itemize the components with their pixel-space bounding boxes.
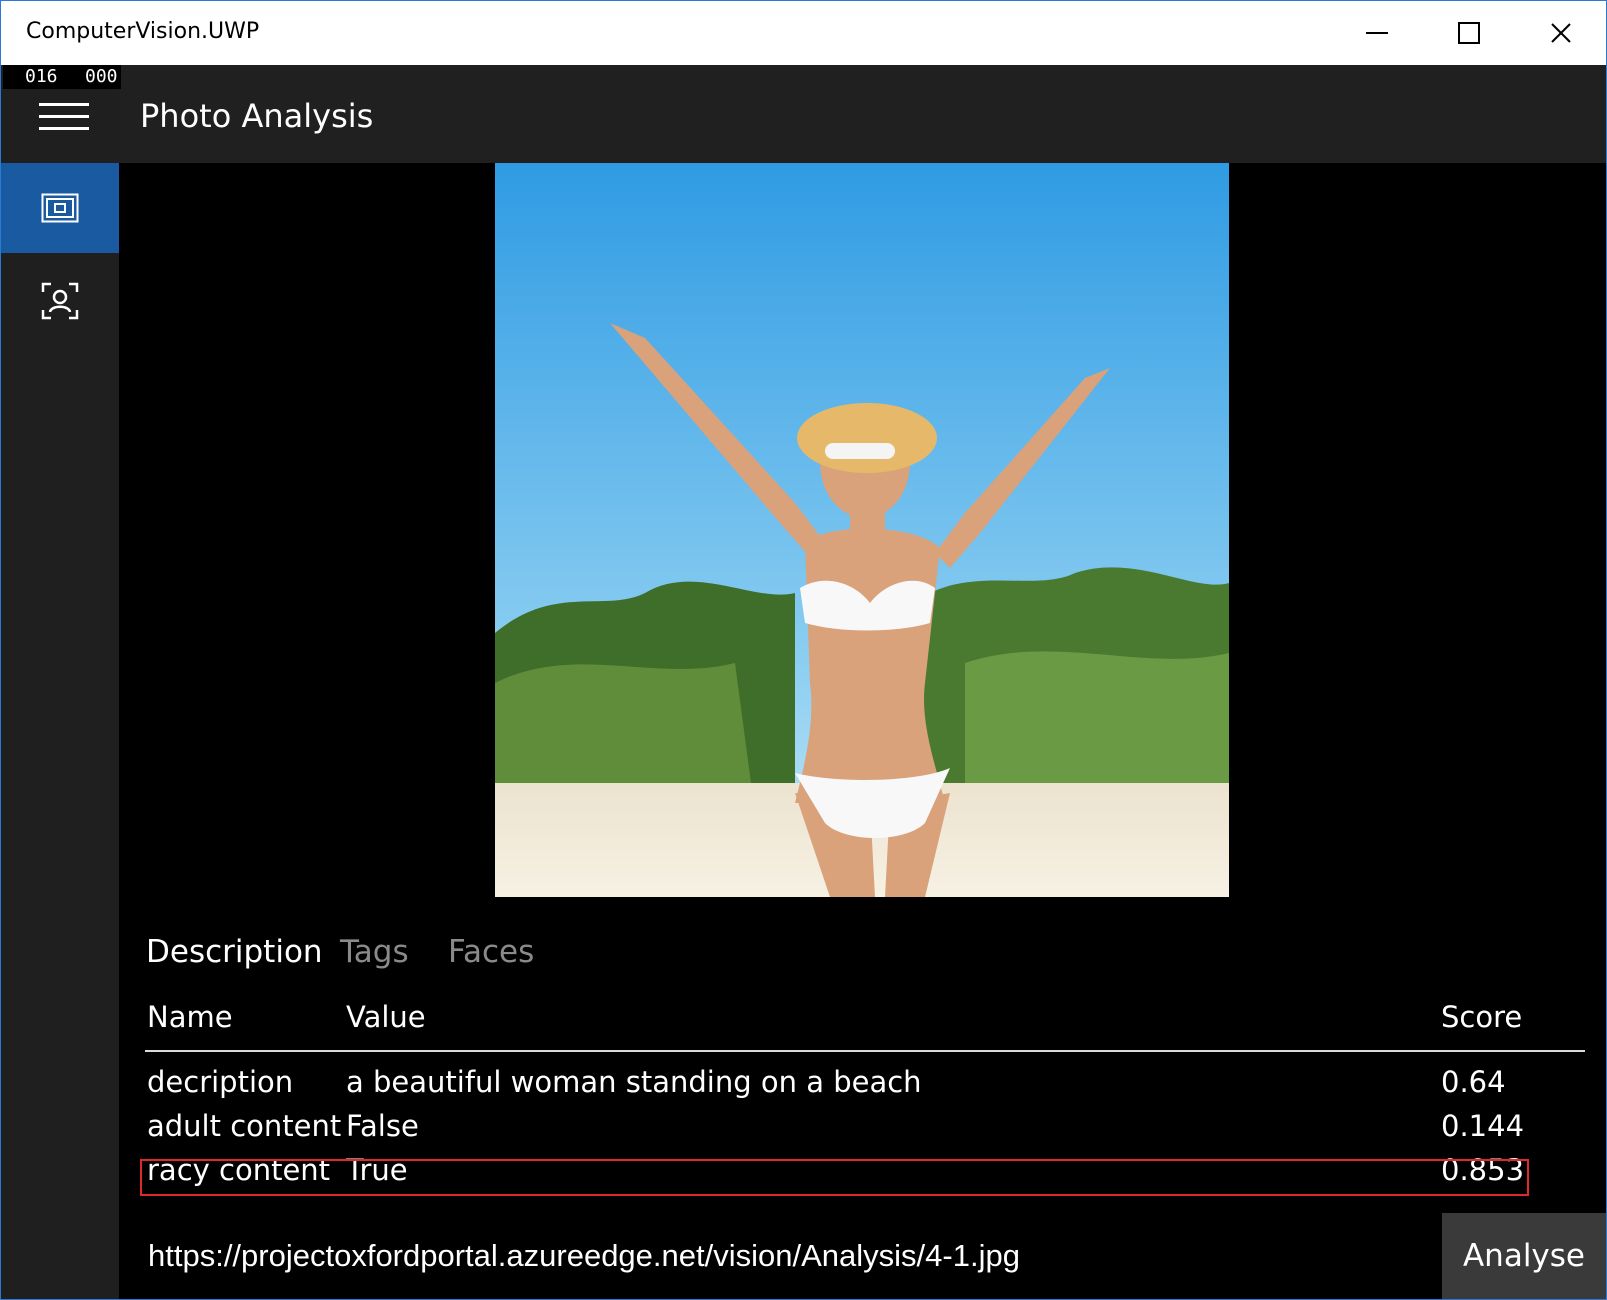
nav-item-face-detection[interactable] [1, 256, 119, 346]
beach-photo [495, 163, 1229, 897]
column-header-value: Value [346, 1000, 426, 1034]
tab-description[interactable]: Description [146, 934, 323, 970]
page-title: Photo Analysis [140, 97, 374, 135]
column-header-score: Score [1441, 1000, 1523, 1034]
row-score: 0.64 [1441, 1065, 1506, 1099]
face-scan-icon [41, 282, 79, 320]
nav-item-photo-analysis[interactable] [1, 163, 119, 253]
row-score: 0.144 [1441, 1109, 1525, 1143]
row-value: a beautiful woman standing on a beach [346, 1065, 922, 1099]
window-title: ComputerVision.UWP [26, 19, 260, 44]
app-window: ComputerVision.UWP 016 000 Photo Analysi… [0, 0, 1607, 1300]
analyse-button-label: Analyse [1462, 1238, 1586, 1274]
minimize-icon [1366, 32, 1388, 34]
frame-counter: 016 000 [3, 65, 121, 89]
column-header-name: Name [147, 1000, 233, 1034]
close-icon [1551, 23, 1571, 43]
row-name: adult content [147, 1109, 342, 1143]
hamburger-icon [39, 103, 89, 106]
header-divider [145, 1050, 1585, 1052]
row-value: False [346, 1109, 419, 1143]
analyzed-photo [495, 163, 1229, 897]
frame-counter-left: 016 [25, 66, 58, 87]
hamburger-icon-line [39, 127, 89, 130]
tab-faces[interactable]: Faces [448, 934, 534, 970]
row-name: decription [147, 1065, 294, 1099]
image-frame-icon [41, 193, 79, 223]
maximize-icon [1458, 22, 1480, 44]
title-bar: ComputerVision.UWP [1, 1, 1606, 65]
close-button[interactable] [1515, 1, 1606, 65]
hamburger-menu-button[interactable] [39, 103, 89, 131]
frame-counter-right: 000 [85, 66, 118, 87]
racy-content-highlight [140, 1159, 1529, 1196]
image-url-input[interactable] [119, 1213, 1442, 1299]
tab-tags[interactable]: Tags [340, 934, 409, 970]
maximize-button[interactable] [1423, 1, 1515, 65]
minimize-button[interactable] [1331, 1, 1423, 65]
hamburger-icon-line [39, 115, 89, 118]
analyse-button[interactable]: Analyse [1442, 1213, 1606, 1299]
